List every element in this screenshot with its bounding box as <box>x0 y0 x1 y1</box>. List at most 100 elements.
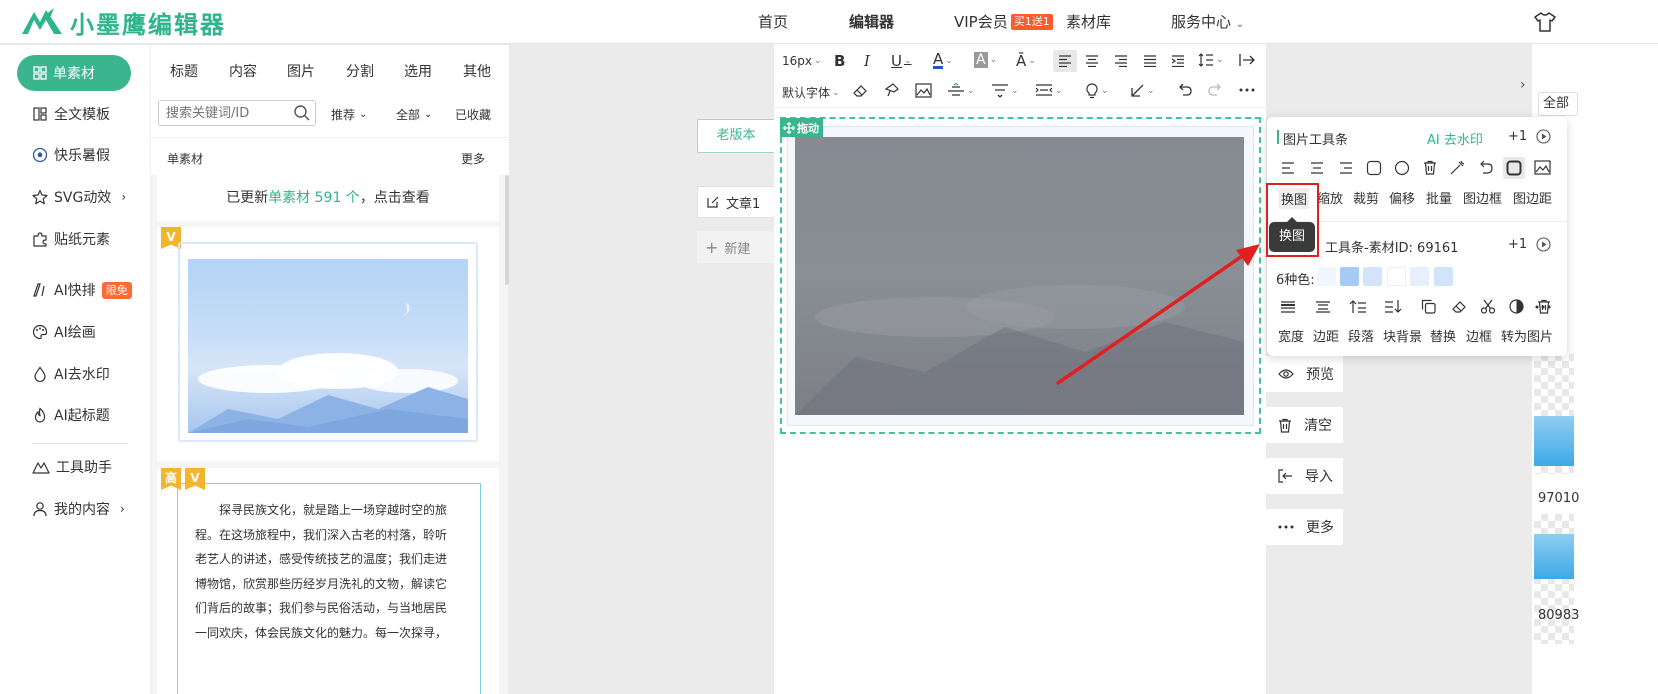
image-border-button[interactable]: 图边框 <box>1463 188 1502 207</box>
image-padding-button[interactable]: 图边距 <box>1513 188 1552 207</box>
width-button[interactable]: 宽度 <box>1278 326 1304 345</box>
tab-title[interactable]: 标题 <box>170 61 198 81</box>
rounded-square-icon[interactable] <box>1366 160 1382 176</box>
section-more-link[interactable]: 更多 <box>461 150 485 167</box>
update-notice[interactable]: 已更新单素材 591 个，点击查看 <box>157 175 499 221</box>
chevron-right-icon[interactable]: › <box>1520 77 1526 93</box>
old-version-button[interactable]: 老版本 <box>697 119 775 153</box>
crop-button[interactable]: 裁剪 <box>1353 188 1379 207</box>
play-circle-icon[interactable] <box>1536 129 1551 144</box>
scissors-icon[interactable] <box>1480 299 1496 314</box>
convert-to-image-button[interactable]: 转为图片 <box>1501 326 1553 345</box>
tshirt-icon[interactable] <box>1534 12 1556 32</box>
border-button[interactable]: 边框 <box>1466 326 1492 345</box>
align-right-icon[interactable] <box>1114 55 1128 67</box>
preview-button[interactable]: 预览 <box>1266 356 1343 392</box>
paragraph-up-icon[interactable] <box>1349 299 1367 314</box>
format-painter-icon[interactable] <box>884 83 900 98</box>
width-icon[interactable] <box>1280 300 1296 314</box>
doc-tab[interactable]: 文章1 <box>697 186 775 218</box>
nav-materials[interactable]: 素材库 <box>1066 0 1111 44</box>
image-insert-icon[interactable] <box>915 83 932 98</box>
drag-handle[interactable]: 拖动 <box>780 118 823 137</box>
image-icon[interactable] <box>1534 160 1551 175</box>
scale-button[interactable]: 缩放 <box>1317 188 1343 207</box>
block-background-button[interactable]: 块背景 <box>1383 326 1422 345</box>
tab-image[interactable]: 图片 <box>287 61 315 81</box>
color-swatch[interactable] <box>1340 267 1359 286</box>
batch-button[interactable]: 批量 <box>1426 188 1452 207</box>
menu-item-ai-title[interactable]: AI起标题 <box>32 403 110 427</box>
menu-item-ai-paint[interactable]: AI绘画 <box>32 320 96 344</box>
shadow-frame-button[interactable] <box>1503 157 1525 179</box>
paragraph-spacing-icon[interactable]: ⌄ <box>991 83 1019 98</box>
nav-vip[interactable]: VIP会员 买1送1 <box>954 0 1053 44</box>
search-input[interactable] <box>166 101 290 125</box>
menu-item-ai-layout[interactable]: AI快排 限免 <box>32 278 132 302</box>
thumb-image[interactable] <box>1534 534 1574 579</box>
bold-icon[interactable]: B <box>834 52 845 70</box>
margin-icon[interactable] <box>1315 300 1331 314</box>
menu-item-summer[interactable]: 快乐暑假 <box>32 143 110 167</box>
eraser-icon[interactable] <box>852 83 868 98</box>
offset-button[interactable]: 偏移 <box>1389 188 1415 207</box>
margin-button[interactable]: 边距 <box>1313 326 1339 345</box>
nav-home[interactable]: 首页 <box>758 0 788 44</box>
favorites-button[interactable]: 已收藏 <box>455 106 491 123</box>
trash-icon[interactable] <box>1423 160 1437 175</box>
tab-content[interactable]: 内容 <box>229 61 257 81</box>
redo-icon[interactable] <box>1207 83 1223 97</box>
color-swatch[interactable] <box>1387 267 1406 286</box>
align-center-icon[interactable] <box>1310 162 1324 174</box>
ai-watermark-button[interactable]: AI 去水印 <box>1427 129 1483 148</box>
menu-item-tools[interactable]: 工具助手 <box>32 455 112 479</box>
menu-item-stickers[interactable]: 贴纸元素 <box>32 227 110 251</box>
highlight-icon[interactable]: A ⌄ <box>974 52 997 68</box>
italic-icon[interactable]: I <box>864 52 870 70</box>
eraser-icon[interactable] <box>1451 299 1467 314</box>
font-color-icon[interactable]: A ⌄ <box>933 52 953 69</box>
import-button[interactable]: 导入 <box>1266 458 1343 494</box>
plus-one-button[interactable]: +1 <box>1508 129 1527 144</box>
paragraph-down-icon[interactable] <box>1384 299 1402 314</box>
undo-icon[interactable] <box>1177 83 1193 97</box>
menu-item-single-material[interactable]: 单素材 <box>17 55 131 91</box>
underline-icon[interactable]: U ⌄ <box>891 52 912 70</box>
font-size-select[interactable]: 16px ⌄ <box>782 54 822 68</box>
tab-divider[interactable]: 分割 <box>346 61 374 81</box>
clear-button[interactable]: 清空 <box>1266 407 1343 443</box>
search-icon[interactable] <box>293 104 311 122</box>
menu-item-svg-effects[interactable]: SVG动效 › <box>32 185 126 209</box>
letter-spacing-icon[interactable]: ⌄ <box>1035 83 1063 98</box>
menu-item-templates[interactable]: 全文模板 <box>32 102 110 126</box>
more-button[interactable]: 更多 <box>1266 509 1343 545</box>
circle-crop-icon[interactable] <box>1394 160 1410 176</box>
copy-icon[interactable] <box>1421 299 1436 314</box>
align-right-icon[interactable] <box>1339 162 1353 174</box>
replace-button[interactable]: 替换 <box>1430 326 1456 345</box>
material-card[interactable]: 高 V 探寻民族文化，就是踏上一场穿越时空的旅 程。在这场旅程中，我们深入古老的… <box>157 468 499 694</box>
thumb-image[interactable] <box>1534 416 1574 466</box>
align-left-icon[interactable] <box>1281 162 1295 174</box>
color-swatch[interactable] <box>1434 267 1453 286</box>
filter-chip-all[interactable]: 全部 <box>1538 92 1578 116</box>
contrast-icon[interactable] <box>1509 299 1524 314</box>
color-swatch[interactable] <box>1363 267 1382 286</box>
indent-icon[interactable] <box>1171 55 1185 67</box>
play-circle-icon[interactable] <box>1536 237 1551 252</box>
nav-editor[interactable]: 编辑器 <box>849 0 894 44</box>
tab-other[interactable]: 其他 <box>463 61 491 81</box>
color-swatch[interactable] <box>1317 267 1336 286</box>
magic-wand-icon[interactable] <box>1449 160 1465 176</box>
text-effect-icon[interactable]: Ā ⌄ <box>1016 52 1036 70</box>
tab-selected[interactable]: 选用 <box>404 61 432 81</box>
recommend-dropdown[interactable]: 推荐 ⌄ <box>331 106 367 123</box>
more-dots-icon[interactable] <box>1239 88 1255 92</box>
all-dropdown[interactable]: 全部 ⌄ <box>396 106 432 123</box>
menu-item-ai-watermark[interactable]: AI去水印 <box>32 362 110 386</box>
align-center-icon[interactable] <box>1085 55 1099 67</box>
more-dots-icon[interactable] <box>1535 305 1551 309</box>
plus-one-button[interactable]: +1 <box>1508 237 1527 252</box>
menu-item-my-content[interactable]: 我的内容 › <box>32 497 125 521</box>
logo[interactable]: 小墨鹰编辑器 <box>20 4 226 40</box>
